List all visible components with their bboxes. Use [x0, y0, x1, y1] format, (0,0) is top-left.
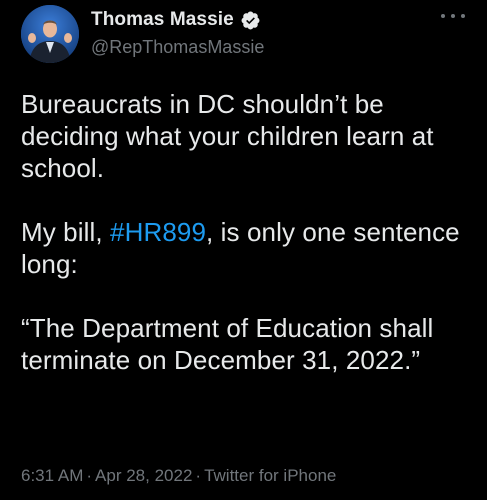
tweet-time[interactable]: 6:31 AM	[21, 466, 83, 485]
tweet-paragraph: Bureaucrats in DC shouldn’t be deciding …	[21, 89, 434, 183]
author-name-row[interactable]: Thomas Massie	[91, 9, 261, 31]
avatar[interactable]	[21, 5, 79, 63]
hashtag-link[interactable]: #HR899	[110, 217, 206, 247]
tweet-date[interactable]: Apr 28, 2022	[95, 466, 192, 485]
meta-separator: ·	[86, 466, 93, 485]
tweet-paragraph: “The Department of Education shall termi…	[21, 313, 434, 375]
tweet-metadata: 6:31 AM · Apr 28, 2022 · Twitter for iPhone	[21, 466, 336, 486]
tweet: Thomas Massie @RepThomasMassie Bureaucra…	[0, 0, 487, 500]
meta-separator: ·	[195, 466, 202, 485]
verified-badge-icon	[240, 10, 261, 31]
more-dot	[461, 14, 465, 18]
more-dot	[451, 14, 455, 18]
tweet-text: Bureaucrats in DC shouldn’t be deciding …	[21, 88, 471, 376]
display-name[interactable]: Thomas Massie	[91, 9, 234, 31]
tweet-source[interactable]: Twitter for iPhone	[204, 466, 336, 485]
more-dot	[441, 14, 445, 18]
more-horizontal-icon[interactable]	[441, 8, 465, 24]
tweet-text-segment: My bill,	[21, 217, 111, 247]
tweet-paragraph: My bill, #HR899, is only one sentence lo…	[21, 216, 471, 280]
avatar-photo	[21, 5, 79, 63]
author-handle[interactable]: @RepThomasMassie	[91, 37, 264, 58]
